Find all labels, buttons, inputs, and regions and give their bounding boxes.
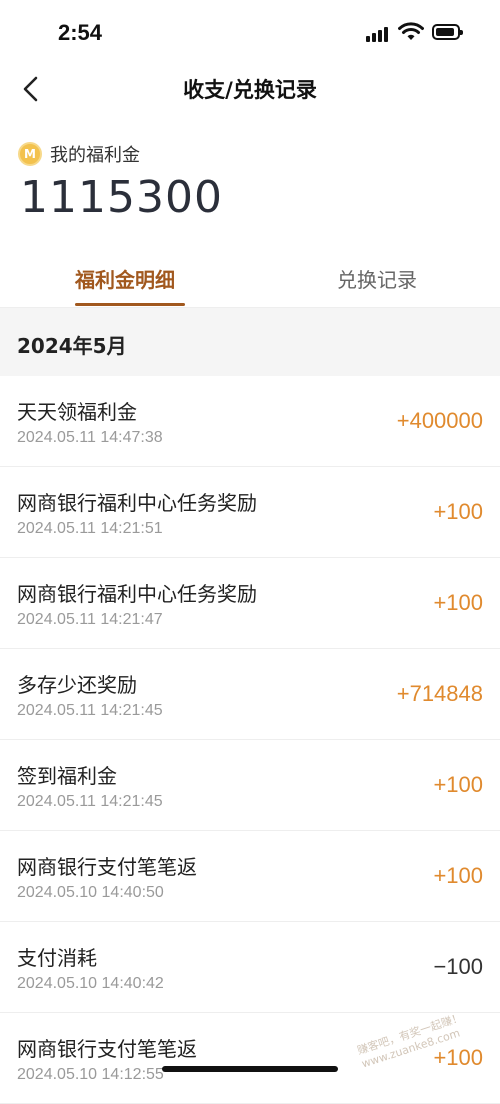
record-time: 2024.05.11 14:21:45 (17, 702, 163, 719)
record-amount: +100 (433, 1045, 483, 1070)
record-amount: +100 (433, 590, 483, 615)
record-title: 多存少还奖励 (17, 673, 137, 697)
month-label: 2024年5月 (17, 334, 127, 358)
balance-value: 1115300 (20, 172, 223, 223)
coin-icon: M (18, 142, 42, 166)
record-time: 2024.05.11 14:21:47 (17, 611, 163, 628)
records-list: 天天领福利金 2024.05.11 14:47:38 +400000 网商银行福… (0, 376, 500, 1104)
record-title: 网商银行福利中心任务奖励 (17, 491, 257, 515)
cellular-signal-icon (366, 26, 392, 42)
list-item[interactable]: 网商银行福利中心任务奖励 2024.05.11 14:21:51 +100 (0, 467, 500, 558)
status-time: 2:54 (58, 20, 103, 45)
record-title: 网商银行支付笔笔返 (17, 855, 197, 879)
record-title: 天天领福利金 (17, 400, 137, 424)
record-amount: +400000 (396, 408, 483, 433)
record-time: 2024.05.10 14:40:42 (17, 975, 164, 992)
home-indicator[interactable] (162, 1066, 338, 1072)
record-time: 2024.05.11 14:47:38 (17, 429, 163, 446)
record-time: 2024.05.10 14:12:55 (17, 1066, 164, 1083)
record-title: 网商银行支付笔笔返 (17, 1037, 197, 1061)
battery-icon (432, 24, 463, 40)
tab-bar: 福利金明细 兑换记录 (0, 250, 500, 308)
wifi-icon (398, 22, 424, 40)
list-item[interactable]: 网商银行福利中心任务奖励 2024.05.11 14:21:47 +100 (0, 558, 500, 649)
record-time: 2024.05.10 14:40:50 (17, 884, 164, 901)
list-item[interactable]: 网商银行支付笔笔返 2024.05.10 14:40:50 +100 (0, 831, 500, 922)
record-amount: −100 (433, 954, 483, 979)
list-item[interactable]: 天天领福利金 2024.05.11 14:47:38 +400000 (0, 376, 500, 467)
balance-label: 我的福利金 (50, 145, 140, 166)
record-amount: +100 (433, 772, 483, 797)
tab-benefit-details[interactable]: 福利金明细 (75, 264, 175, 293)
list-item[interactable]: 支付消耗 2024.05.10 14:40:42 −100 (0, 922, 500, 1013)
record-amount: +100 (433, 863, 483, 888)
record-amount: +714848 (396, 681, 483, 706)
list-item[interactable]: 多存少还奖励 2024.05.11 14:21:45 +714848 (0, 649, 500, 740)
nav-bar: 收支/兑换记录 (0, 66, 500, 112)
record-title: 支付消耗 (17, 946, 97, 970)
list-item[interactable]: 签到福利金 2024.05.11 14:21:45 +100 (0, 740, 500, 831)
month-header: 2024年5月 (0, 308, 500, 376)
record-amount: +100 (433, 499, 483, 524)
record-title: 网商银行福利中心任务奖励 (17, 582, 257, 606)
status-bar: 2:54 (0, 0, 500, 66)
record-time: 2024.05.11 14:21:45 (17, 793, 163, 810)
balance-label-row: M 我的福利金 (18, 140, 140, 168)
record-time: 2024.05.11 14:21:51 (17, 520, 163, 537)
tab-active-indicator (75, 303, 185, 306)
tab-exchange-records[interactable]: 兑换记录 (337, 264, 417, 293)
page-title: 收支/兑换记录 (183, 78, 317, 102)
record-title: 签到福利金 (17, 764, 117, 788)
